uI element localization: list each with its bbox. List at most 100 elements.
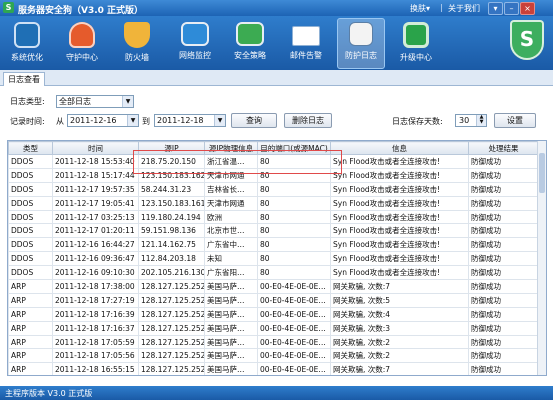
toolbar-item-system-optimize[interactable]: 系统优化 — [4, 19, 50, 67]
cell-source-ip: 123.150.183.161 — [138, 195, 205, 211]
log-type-label: 日志类型: — [10, 97, 45, 106]
table-row[interactable]: DDOS 2011-12-17 19:05:41 123.150.183.161 天津… — [8, 195, 539, 211]
table-row[interactable]: DDOS 2011-12-16 09:36:47 112.84.203.18 未知 80… — [8, 251, 539, 267]
cell-time: 2011-12-16 09:10:30 — [52, 265, 139, 281]
cell-source-ip: 128.127.125.252 — [138, 348, 205, 364]
cell-type: DDOS — [8, 195, 53, 211]
toolbar-item-network-monitor[interactable]: 网络监控 — [172, 19, 218, 67]
toolbar-label: 安全策略 — [234, 51, 266, 60]
highlight-box — [133, 150, 342, 174]
toolbar-item-protect-log[interactable]: 防护日志 — [337, 18, 385, 69]
query-button[interactable]: 查询 — [231, 113, 277, 128]
cell-result: 防御成功 — [468, 362, 539, 375]
cell-time: 2011-12-18 17:38:00 — [52, 279, 139, 294]
cell-ip-location: 美国马萨… — [204, 306, 258, 322]
cell-result: 防御成功 — [468, 209, 539, 225]
cell-source-ip: 202.105.216.130 — [138, 265, 205, 281]
log-type-select[interactable]: 全部日志 ▼ — [56, 95, 134, 108]
stepper-arrows-icon[interactable]: ▲ ▼ — [476, 115, 486, 126]
cell-time: 2011-12-18 17:16:39 — [52, 306, 139, 322]
tab-log-view[interactable]: 日志查看 — [3, 72, 45, 86]
cell-time: 2011-12-18 15:17:44 — [52, 167, 139, 183]
skin-menu[interactable]: 换肤▾ — [410, 3, 430, 14]
table-row[interactable]: ARP 2011-12-18 17:16:39 128.127.125.252 美国马… — [8, 306, 539, 322]
table-row[interactable]: DDOS 2011-12-17 19:57:35 58.244.31.23 吉林省长…… — [8, 181, 539, 197]
scrollbar-thumb[interactable] — [539, 153, 545, 193]
cell-time: 2011-12-17 01:20:11 — [52, 223, 139, 239]
menu-separator: | — [440, 3, 443, 12]
log-type-value: 全部日志 — [59, 97, 91, 106]
cell-time: 2011-12-18 16:55:15 — [52, 362, 139, 375]
to-date-picker[interactable]: 2011-12-18 ▼ — [154, 114, 226, 127]
table-row[interactable]: ARP 2011-12-18 16:55:15 128.127.125.252 美国马… — [8, 362, 539, 375]
cell-result: 防御成功 — [468, 195, 539, 211]
table-row[interactable]: ARP 2011-12-18 17:05:59 128.127.125.252 美国马… — [8, 334, 539, 350]
app-title: 服务器安全狗（V3.0 正式版） — [18, 6, 144, 16]
table-body: DDOS 2011-12-18 15:53:40 218.75.20.150 浙江省温… — [8, 154, 539, 375]
cell-dest-port: 00-E0-4E-0E-0E… — [257, 320, 331, 336]
toolbar-label: 防护日志 — [345, 51, 377, 60]
firewall-icon — [124, 22, 150, 48]
cell-info: Syn Flood攻击或者全连接攻击! — [330, 237, 469, 253]
minimize-icon[interactable]: – — [504, 2, 519, 15]
cell-result: 防御成功 — [468, 279, 539, 294]
keep-days-value: 30 — [459, 116, 470, 125]
cell-type: ARP — [8, 320, 53, 336]
from-date-picker[interactable]: 2011-12-16 ▼ — [67, 114, 139, 127]
cell-result: 防御成功 — [468, 223, 539, 239]
settings-button[interactable]: 设置 — [494, 113, 536, 128]
toolbar-item-firewall[interactable]: 防火墙 — [114, 19, 160, 67]
cell-type: DDOS — [8, 251, 53, 267]
table-row[interactable]: DDOS 2011-12-17 03:25:13 119.180.24.194 欧洲 8… — [8, 209, 539, 225]
table-row[interactable]: DDOS 2011-12-16 09:10:30 202.105.216.130 广东… — [8, 265, 539, 281]
chevron-down-icon: ▼ — [127, 115, 138, 126]
to-date-value: 2011-12-18 — [157, 116, 204, 125]
cell-dest-port: 00-E0-4E-0E-0E… — [257, 348, 331, 364]
cell-info: 网关欺骗, 次数:3 — [330, 320, 469, 336]
cell-info: 网关欺骗, 次数:4 — [330, 306, 469, 322]
column-header-result[interactable]: 处理结果 — [468, 141, 539, 155]
tab-bar: 日志查看 — [0, 70, 553, 86]
cell-dest-port: 80 — [257, 265, 331, 281]
network-monitor-icon — [181, 22, 209, 46]
about-us-link[interactable]: 关于我们 — [448, 3, 480, 14]
protect-log-icon — [349, 22, 373, 46]
vertical-scrollbar[interactable] — [537, 141, 546, 375]
close-icon[interactable]: × — [520, 2, 535, 15]
cell-type: DDOS — [8, 209, 53, 225]
column-header-info[interactable]: 信息 — [330, 141, 469, 155]
table-row[interactable]: ARP 2011-12-18 17:05:56 128.127.125.252 美国马… — [8, 348, 539, 364]
system-optimize-icon — [14, 22, 40, 48]
keep-days-label: 日志保存天数: — [392, 117, 443, 126]
cell-ip-location: 天津市网通 — [204, 195, 258, 211]
cell-dest-port: 00-E0-4E-0E-0E… — [257, 306, 331, 322]
cell-result: 防御成功 — [468, 154, 539, 169]
delete-log-button[interactable]: 删除日志 — [284, 113, 332, 128]
menu-icon[interactable]: ▾ — [488, 2, 503, 15]
toolbar-label: 邮件告警 — [290, 51, 322, 60]
cell-type: ARP — [8, 348, 53, 364]
safedog-shield-icon: S — [510, 20, 544, 60]
toolbar-item-security-policy[interactable]: 安全策略 — [227, 19, 273, 67]
table-row[interactable]: ARP 2011-12-18 17:27:19 128.127.125.252 美国马… — [8, 292, 539, 308]
column-header-type[interactable]: 类型 — [8, 141, 53, 155]
cell-dest-port: 00-E0-4E-0E-0E… — [257, 279, 331, 294]
from-label: 从 — [56, 117, 64, 126]
cell-dest-port: 80 — [257, 181, 331, 197]
chevron-down-icon: ▼ — [214, 115, 225, 126]
table-row[interactable]: DDOS 2011-12-16 16:44:27 121.14.162.75 广东省中… — [8, 237, 539, 253]
column-header-time[interactable]: 时间 — [52, 141, 139, 155]
toolbar-item-guard-center[interactable]: 守护中心 — [59, 19, 105, 67]
table-row[interactable]: DDOS 2011-12-17 01:20:11 59.151.98.136 北京市世… — [8, 223, 539, 239]
toolbar-item-mail-alert[interactable]: 邮件告警 — [283, 19, 329, 67]
app-logo-icon: S — [3, 2, 14, 13]
table-row[interactable]: ARP 2011-12-18 17:16:37 128.127.125.252 美国马… — [8, 320, 539, 336]
cell-time: 2011-12-16 09:36:47 — [52, 251, 139, 267]
cell-source-ip: 128.127.125.252 — [138, 279, 205, 294]
toolbar-item-upgrade-center[interactable]: 升级中心 — [393, 19, 439, 67]
chevron-down-icon: ▼ — [122, 96, 133, 107]
keep-days-stepper[interactable]: 30 ▲ ▼ — [455, 114, 487, 127]
cell-ip-location: 广东省阳… — [204, 265, 258, 281]
cell-source-ip: 128.127.125.252 — [138, 306, 205, 322]
table-row[interactable]: ARP 2011-12-18 17:38:00 128.127.125.252 美国马… — [8, 279, 539, 294]
